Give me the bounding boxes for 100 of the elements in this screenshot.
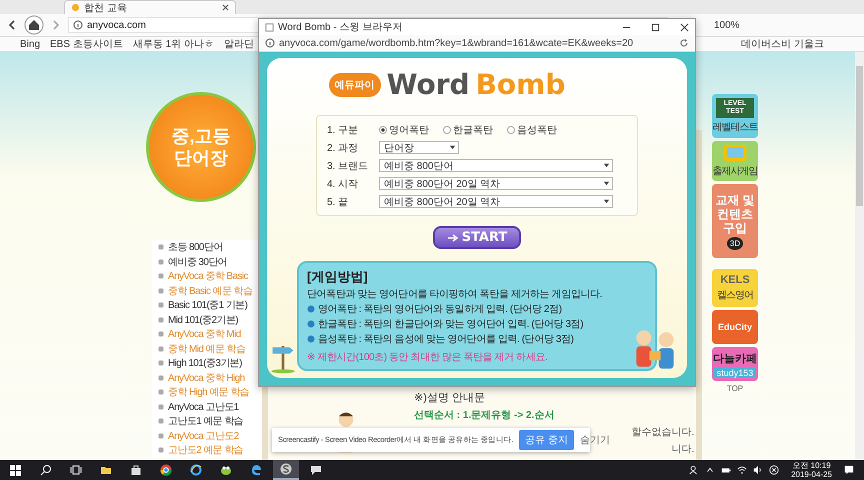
bullet-icon xyxy=(307,320,315,328)
menu-link[interactable]: 고난도1 예문 학습 xyxy=(168,414,244,428)
scrollbar[interactable] xyxy=(855,52,864,460)
instructions-text: 단어폭탄과 맞는 영어단어를 타이핑하여 폭탄을 제거하는 게임입니다. xyxy=(307,288,604,301)
logo-text: 중,고등 xyxy=(171,125,230,147)
field-label: 1. 구분 xyxy=(327,124,360,136)
maximize-icon[interactable] xyxy=(651,22,660,32)
time-text: 오전 10:19 xyxy=(792,461,831,470)
banner-title: 교재 및 컨텐츠 구입 xyxy=(715,192,755,234)
bullet-icon xyxy=(158,447,164,454)
menu-link[interactable]: AnyVoca 고난도1 xyxy=(168,400,239,414)
dropdown[interactable]: 예비중 800단어 20일 역차 xyxy=(379,177,613,190)
dropdown[interactable]: 예비중 800단어 20일 역차 xyxy=(379,195,613,208)
task-view-icon xyxy=(70,464,82,476)
bookmark[interactable]: Bing xyxy=(20,38,40,50)
banner-caption: study153 xyxy=(714,368,756,378)
side-banner[interactable]: 다늘카페 study153 xyxy=(712,347,758,381)
info-icon xyxy=(73,20,83,30)
close-icon[interactable] xyxy=(222,4,229,11)
wifi-icon[interactable] xyxy=(737,465,748,475)
scroll-thumb[interactable] xyxy=(856,66,863,206)
menu-link[interactable]: High 101(중3기본) xyxy=(168,356,242,370)
browser-tab[interactable]: 합천 교육 xyxy=(64,0,236,14)
clock[interactable]: 오전 10:19 2019-04-25 xyxy=(791,461,832,479)
s-logo-icon xyxy=(280,463,292,475)
field-label: 4. 시작 xyxy=(327,178,360,190)
window-title: Word Bomb - 스윙 브라우저 xyxy=(278,21,404,34)
start-button[interactable]: START xyxy=(432,226,522,249)
bullet-icon xyxy=(158,288,164,294)
bookmark[interactable]: EBS 초등사이트 xyxy=(50,37,123,51)
menu-link[interactable]: Basic 101(중1 기본) xyxy=(168,298,248,312)
bookmark[interactable]: 데이버스비 기울크 xyxy=(741,37,824,51)
bullet-icon xyxy=(158,316,164,323)
radio-button[interactable] xyxy=(443,126,451,134)
dropdown[interactable]: 예비중 800단어 xyxy=(379,159,613,172)
volume-icon[interactable] xyxy=(753,465,764,475)
folder-icon xyxy=(100,464,112,476)
instructions-note: ※ 제한시간(100초) 동안 최대한 많은 폭탄을 제거 하세요. xyxy=(307,351,548,364)
instructions-text: 한글폭탄 : 폭탄의 한글단어와 맞는 영어단어 입력. (단어당 3점) xyxy=(318,318,584,331)
side-banner[interactable]: 출제사게임 xyxy=(712,141,758,181)
menu-link[interactable]: 예비중 30단어 xyxy=(168,254,228,269)
person-icon[interactable] xyxy=(689,465,700,475)
close-icon[interactable] xyxy=(680,22,689,32)
bullet-icon xyxy=(158,346,164,352)
notice-text: 선택순서 : 1.문제유형 -> 2.순서 xyxy=(414,409,554,422)
bullet-icon xyxy=(158,432,164,439)
home-icon[interactable] xyxy=(24,15,44,35)
radio-label: 한글폭탄 xyxy=(453,124,493,136)
zoom-level[interactable]: 100% xyxy=(714,20,740,30)
bullet-icon xyxy=(158,258,164,265)
bullet-icon xyxy=(158,273,164,280)
logo-text: 단어장 xyxy=(174,147,228,169)
caret-icon xyxy=(603,198,610,205)
chevron-up-icon[interactable] xyxy=(705,465,716,475)
bullet-icon xyxy=(158,389,164,396)
info-icon xyxy=(265,38,275,48)
monitor-icon xyxy=(722,144,748,162)
banner-caption: 켈스영어 xyxy=(717,289,753,302)
caret-icon xyxy=(603,180,610,187)
game-title: Bomb xyxy=(476,68,566,101)
field-label: 5. 끝 xyxy=(327,196,350,208)
notice-text: 니다. xyxy=(672,443,694,456)
menu-link[interactable]: Mid 101(중2기본) xyxy=(168,312,238,327)
banner-caption: 레벨테스트 xyxy=(712,121,758,134)
bullet-icon xyxy=(158,374,164,381)
bullet-icon xyxy=(158,360,164,366)
edge-icon xyxy=(250,464,262,476)
brand-badge: 예듀파이 xyxy=(328,72,381,96)
top-link[interactable]: TOP xyxy=(726,384,744,393)
bullet-icon xyxy=(158,244,164,250)
notice-text: 할수없습니다. xyxy=(632,426,694,439)
radio-button[interactable] xyxy=(507,126,515,134)
radio-button[interactable] xyxy=(379,126,387,134)
radio-label: 영어폭탄 xyxy=(389,124,429,136)
start-icon[interactable] xyxy=(10,464,21,476)
chrome-icon xyxy=(160,464,172,476)
reload-icon[interactable] xyxy=(679,38,689,48)
game-title: Word xyxy=(386,68,470,101)
instructions-title: [게임방법] xyxy=(307,268,369,286)
menu-link[interactable]: 초등 800단어 xyxy=(168,240,223,254)
side-banner[interactable]: 교재 및 컨텐츠 구입 3D xyxy=(712,184,758,258)
instructions-text: 영어폭탄 : 폭탄의 영어단어와 동일하게 입력. (단어당 2점) xyxy=(318,303,562,316)
bullet-icon xyxy=(158,404,164,410)
side-banner[interactable]: KELS 켈스영어 xyxy=(712,269,758,307)
globe-icon xyxy=(71,3,80,12)
hide-button[interactable]: 숨기기 xyxy=(580,433,610,447)
shopping-bag-icon xyxy=(130,464,142,476)
notification-icon[interactable] xyxy=(844,465,854,475)
bookmark[interactable]: 새루동 1위 아나ㅎ xyxy=(132,37,214,51)
arrow-icon xyxy=(446,232,459,242)
banner-caption: 출제사게임 xyxy=(712,165,758,178)
bookmark[interactable]: 알라딘 xyxy=(224,37,254,51)
dropdown[interactable]: 단어장 xyxy=(379,141,459,154)
bullet-icon xyxy=(307,335,315,343)
notice-title: ※)설명 안내문 xyxy=(414,391,486,405)
banner-title: KELS xyxy=(720,274,750,286)
browser-icon xyxy=(190,464,202,476)
instructions-text: 음성폭탄 : 폭탄의 음성에 맞는 영어단어를 입력. (단어당 3점) xyxy=(318,333,574,346)
search-icon xyxy=(40,464,52,476)
field-label: 3. 브랜드 xyxy=(327,160,370,172)
